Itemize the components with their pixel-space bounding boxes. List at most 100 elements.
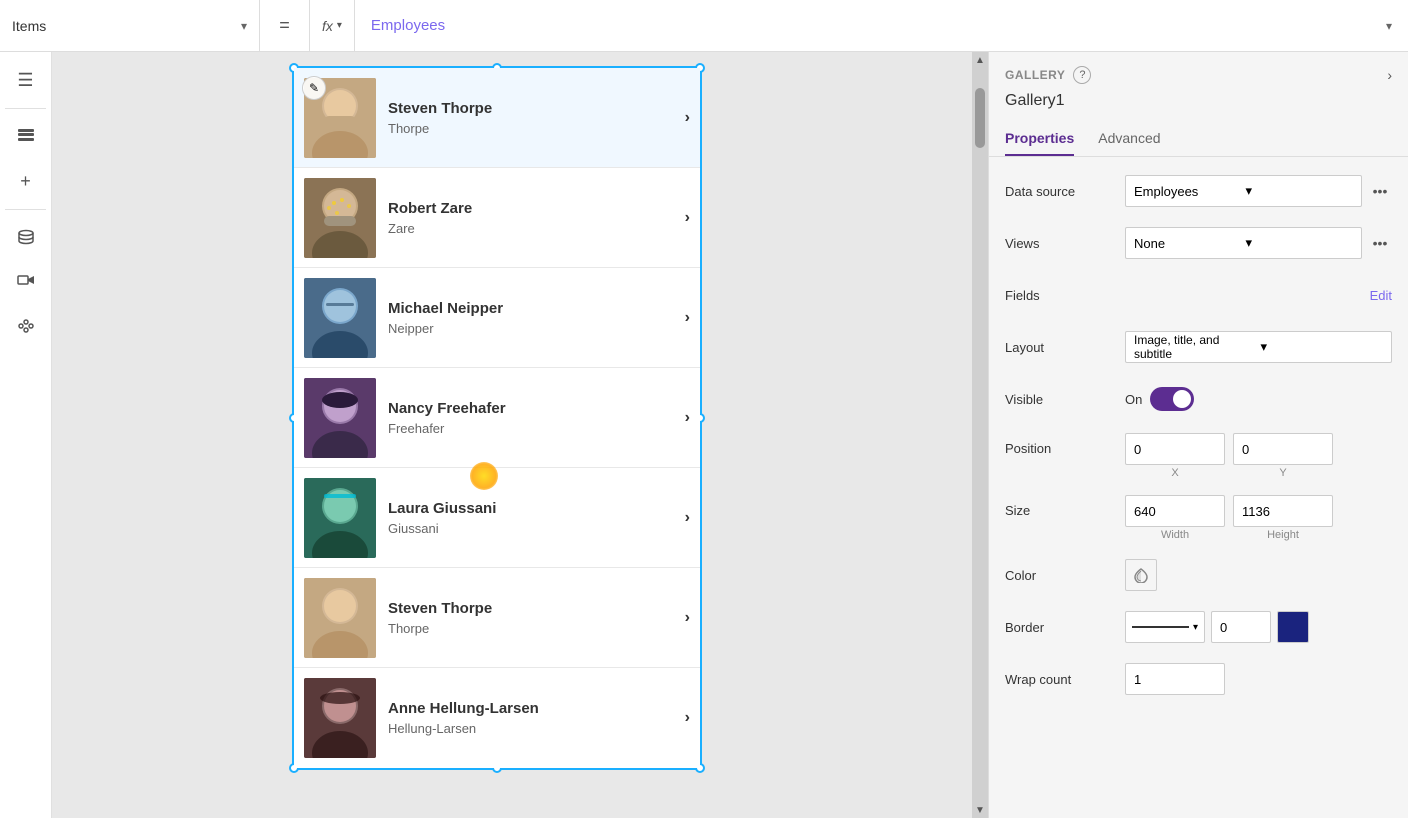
wrap-count-control xyxy=(1125,663,1392,695)
avatar-6 xyxy=(304,578,376,658)
sidebar-icon-tools[interactable] xyxy=(6,306,46,346)
formula-value: Employees xyxy=(371,17,445,34)
panel-header: GALLERY ? › xyxy=(989,52,1408,92)
sidebar-icon-hamburger[interactable]: ☰ xyxy=(6,60,46,100)
items-label: Items xyxy=(12,18,233,34)
layout-chevron-icon: ▾ xyxy=(1261,339,1384,355)
sidebar-icon-database[interactable] xyxy=(6,218,46,258)
prop-size: Size Width Height xyxy=(1005,495,1392,541)
items-dropdown[interactable]: Items ▾ xyxy=(0,0,260,51)
layout-dropdown[interactable]: Image, title, and subtitle ▾ xyxy=(1125,331,1392,363)
gallery-text-6: Steven Thorpe Thorpe xyxy=(388,600,673,636)
avatar-4 xyxy=(304,378,376,458)
canvas-area[interactable]: ✎ Steven Thorpe Thorpe › xyxy=(52,52,972,818)
border-width-input[interactable]: 0 xyxy=(1211,611,1271,643)
gallery-item-1[interactable]: ✎ Steven Thorpe Thorpe › xyxy=(294,68,700,168)
scrollbar-thumb[interactable] xyxy=(975,88,985,148)
items-chevron-icon: ▾ xyxy=(241,19,247,33)
gallery-sub-1: Thorpe xyxy=(388,121,673,136)
help-icon[interactable]: ? xyxy=(1073,66,1091,84)
datasource-control: Employees ▾ ••• xyxy=(1125,175,1392,207)
views-more-icon[interactable]: ••• xyxy=(1368,231,1392,255)
gallery-sub-2: Zare xyxy=(388,221,673,236)
gallery-sub-5: Giussani xyxy=(388,521,673,536)
position-inputs: X Y xyxy=(1125,433,1333,479)
gallery-arrow-2: › xyxy=(685,209,690,227)
views-dropdown[interactable]: None ▾ xyxy=(1125,227,1362,259)
color-swatch[interactable] xyxy=(1125,559,1157,591)
border-width-value: 0 xyxy=(1220,620,1227,635)
avatar-7 xyxy=(304,678,376,758)
fields-edit-link[interactable]: Edit xyxy=(1370,288,1392,303)
gallery-item-3[interactable]: Michael Neipper Neipper › xyxy=(294,268,700,368)
visible-control: On xyxy=(1125,387,1392,411)
gallery-item-2[interactable]: Robert Zare Zare › xyxy=(294,168,700,268)
datasource-dropdown[interactable]: Employees ▾ xyxy=(1125,175,1362,207)
gallery-arrow-3: › xyxy=(685,309,690,327)
gallery-item-5[interactable]: Laura Giussani Giussani › xyxy=(294,468,700,568)
color-label: Color xyxy=(1005,568,1125,583)
scroll-up-arrow[interactable]: ▲ xyxy=(972,52,988,68)
datasource-value: Employees xyxy=(1134,184,1242,199)
position-x-label: X xyxy=(1125,467,1225,479)
size-width-input[interactable] xyxy=(1125,495,1225,527)
gallery-arrow-7: › xyxy=(685,709,690,727)
gallery-item-6[interactable]: Steven Thorpe Thorpe › xyxy=(294,568,700,668)
top-bar: Items ▾ = fx ▾ Employees ▾ xyxy=(0,0,1408,52)
sidebar-separator-1 xyxy=(5,108,46,109)
size-inputs: Width Height xyxy=(1125,495,1333,541)
size-height-input[interactable] xyxy=(1233,495,1333,527)
gallery-arrow-5: › xyxy=(685,509,690,527)
fields-label: Fields xyxy=(1005,288,1125,303)
visible-toggle-label: On xyxy=(1125,392,1142,407)
sidebar-icon-layers[interactable] xyxy=(6,117,46,157)
visible-toggle-container: On xyxy=(1125,387,1392,411)
panel-tabs: Properties Advanced xyxy=(989,122,1408,157)
border-color-swatch[interactable] xyxy=(1277,611,1309,643)
position-x-wrap: X xyxy=(1125,433,1225,479)
prop-visible: Visible On xyxy=(1005,381,1392,417)
panel-title: GALLERY xyxy=(1005,68,1065,82)
fx-area[interactable]: fx ▾ xyxy=(310,0,355,51)
border-line-dropdown[interactable]: ▾ xyxy=(1125,611,1205,643)
prop-views: Views None ▾ ••• xyxy=(1005,225,1392,261)
color-control xyxy=(1125,559,1392,591)
position-y-wrap: Y xyxy=(1233,433,1333,479)
formula-bar[interactable]: Employees ▾ xyxy=(355,17,1408,34)
gallery-sub-3: Neipper xyxy=(388,321,673,336)
prop-wrap-count: Wrap count xyxy=(1005,661,1392,697)
position-x-input[interactable] xyxy=(1125,433,1225,465)
gallery-name-1: Steven Thorpe xyxy=(388,100,673,117)
views-chevron-icon: ▾ xyxy=(1246,235,1354,251)
toggle-knob xyxy=(1173,390,1191,408)
tab-advanced[interactable]: Advanced xyxy=(1098,122,1160,156)
gallery-item-4[interactable]: Nancy Freehafer Freehafer › xyxy=(294,368,700,468)
visible-toggle[interactable] xyxy=(1150,387,1194,411)
avatar-3 xyxy=(304,278,376,358)
canvas-scrollbar[interactable]: ▲ ▼ xyxy=(972,52,988,818)
sidebar-icon-media[interactable] xyxy=(6,262,46,302)
gallery-name-4: Nancy Freehafer xyxy=(388,400,673,417)
datasource-label: Data source xyxy=(1005,184,1125,199)
gallery-text-4: Nancy Freehafer Freehafer xyxy=(388,400,673,436)
gallery-arrow-1: › xyxy=(685,109,690,127)
border-inputs: ▾ 0 xyxy=(1125,611,1392,643)
position-control: X Y xyxy=(1125,433,1392,479)
size-width-label: Width xyxy=(1125,529,1225,541)
gallery-sub-6: Thorpe xyxy=(388,621,673,636)
expand-icon[interactable]: › xyxy=(1387,67,1392,83)
edit-pencil-icon[interactable]: ✎ xyxy=(302,76,326,100)
datasource-more-icon[interactable]: ••• xyxy=(1368,179,1392,203)
size-label: Size xyxy=(1005,495,1125,518)
gallery-item-7[interactable]: Anne Hellung-Larsen Hellung-Larsen › xyxy=(294,668,700,768)
panel-body: Data source Employees ▾ ••• Views None ▾ xyxy=(989,157,1408,818)
sidebar-icon-add[interactable]: + xyxy=(6,161,46,201)
position-y-input[interactable] xyxy=(1233,433,1333,465)
scroll-down-arrow[interactable]: ▼ xyxy=(972,802,988,818)
equals-sign: = xyxy=(260,0,310,51)
gallery-text-3: Michael Neipper Neipper xyxy=(388,300,673,336)
prop-datasource: Data source Employees ▾ ••• xyxy=(1005,173,1392,209)
wrap-count-input[interactable] xyxy=(1125,663,1225,695)
tab-properties[interactable]: Properties xyxy=(1005,122,1074,156)
main-area: ☰ + xyxy=(0,52,1408,818)
